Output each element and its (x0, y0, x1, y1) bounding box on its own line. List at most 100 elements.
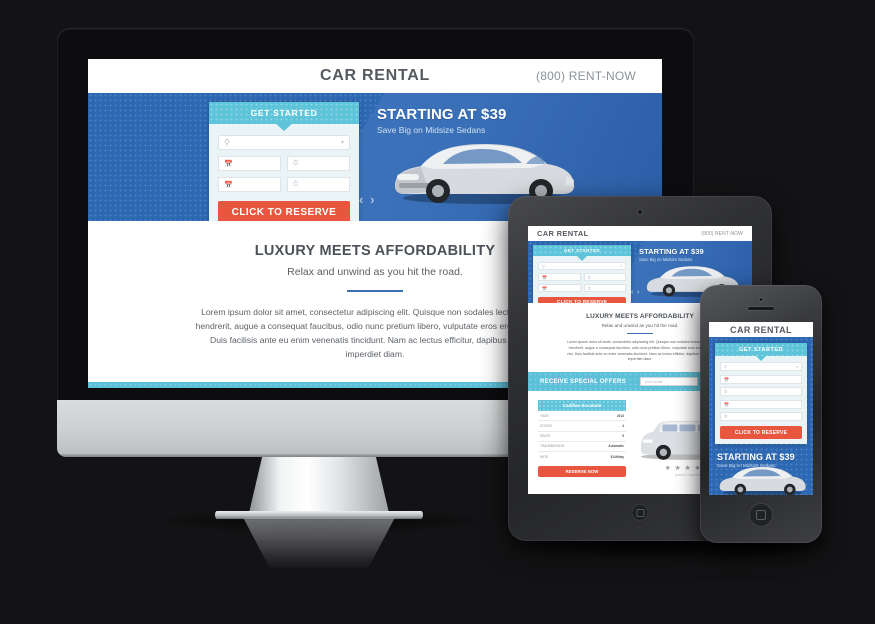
section-body: Lorem ipsum dolor sit amet, consectetur … (567, 340, 713, 362)
hero-carousel-arrows[interactable]: ‹ › (359, 192, 376, 207)
spec-value: Automatic (608, 444, 624, 449)
imac-reflection (243, 518, 395, 570)
chevron-down-icon: ▾ (340, 140, 344, 146)
booking-heading: GET STARTED (715, 343, 807, 356)
calendar-icon: 📅 (542, 274, 547, 280)
dropoff-date-field[interactable]: 📅 (218, 177, 281, 192)
table-row: SEATS 5 (538, 432, 626, 442)
chevron-down-icon: ▾ (796, 364, 798, 369)
pickup-location-select[interactable]: ⚲ ▾ (218, 135, 350, 150)
carousel-prev-icon[interactable]: ‹ (631, 289, 634, 296)
site-logo[interactable]: CAR RENTAL (320, 67, 430, 85)
site-logo[interactable]: CAR RENTAL (730, 325, 792, 335)
spec-value: 4 (622, 424, 624, 429)
responsive-device-mockup: CAR RENTAL (800) RENT-NOW GET STARTED ⚲ … (0, 0, 875, 624)
carousel-next-icon[interactable]: › (637, 289, 640, 296)
site-header: CAR RENTAL (709, 322, 813, 337)
clock-icon: ⏱ (724, 414, 728, 419)
booking-heading-text: GET STARTED (739, 346, 783, 353)
hero-copy: STARTING AT $39 Save Big on Midsize Seda… (715, 444, 807, 495)
pickup-time-field[interactable]: ⏱ (720, 387, 802, 396)
pickup-date-field[interactable]: 📅 (218, 156, 281, 171)
ipad-camera-icon (638, 210, 642, 214)
dropoff-date-field[interactable]: 📅 (720, 399, 802, 409)
pickup-time-field[interactable]: ⏱ (583, 273, 626, 281)
calendar-icon: 📅 (224, 181, 233, 189)
reserve-now-button[interactable]: RESERVE NOW (538, 466, 626, 478)
vehicle-title: Cadillac Escalade (538, 400, 626, 412)
booking-heading: GET STARTED (533, 245, 631, 256)
clock-icon: ⏱ (724, 389, 728, 394)
table-row: TRANSMISSION Automatic (538, 442, 626, 452)
pickup-date-field[interactable]: 📅 (720, 374, 802, 384)
site-phone-number[interactable]: (800) RENT-NOW (536, 69, 636, 83)
safety-rating-label: SAFETY RATING (675, 473, 701, 478)
site-logo[interactable]: CAR RENTAL (537, 229, 589, 238)
offers-email-input[interactable]: your email (639, 377, 698, 387)
location-pin-icon: ⚲ (224, 138, 230, 147)
booking-heading-arrow (275, 123, 293, 131)
hero-headline: STARTING AT $39 (377, 106, 507, 123)
location-pin-icon: ⚲ (724, 364, 727, 369)
clock-icon: ⏱ (293, 159, 299, 167)
table-row: YEAR 2013 (538, 411, 626, 422)
location-pin-icon: ⚲ (542, 263, 545, 269)
spec-value: $149/day (610, 454, 624, 459)
carousel-next-icon[interactable]: › (370, 192, 376, 207)
chevron-down-icon: ▾ (620, 264, 622, 268)
dropoff-time-field[interactable]: ⏱ (583, 284, 626, 292)
calendar-icon: 📅 (542, 285, 547, 291)
spec-value: 5 (622, 434, 624, 439)
ipad-home-button[interactable] (631, 504, 649, 521)
booking-widget: GET STARTED ⚲ ▾ 📅 ⏱ 📅 ⏱ CLICK TO RESERVE (209, 102, 359, 221)
spec-label: SEATS (540, 434, 551, 439)
clock-icon: ⏱ (293, 180, 299, 188)
site-header: CAR RENTAL (800) RENT-NOW (528, 226, 752, 241)
hero-car-image (395, 144, 575, 204)
hero-banner: GET STARTED ⚲ ▾ 📅 ⏱ 📅 ⏱ CLICK TO RESERVE… (709, 337, 813, 495)
hero-car-image (719, 466, 806, 495)
spec-value: 2013 (616, 413, 624, 418)
phone-device: CAR RENTAL GET STARTED ⚲ ▾ 📅 ⏱ 📅 ⏱ CLICK… (700, 285, 822, 543)
carousel-prev-icon[interactable]: ‹ (359, 192, 365, 207)
spec-label: YEAR (540, 413, 549, 418)
offers-email-placeholder: your email (644, 379, 663, 384)
hero-headline: STARTING AT $39 (639, 247, 704, 256)
section-divider (347, 290, 403, 292)
dropoff-time-field[interactable]: ⏱ (720, 412, 802, 421)
booking-heading-arrow (756, 356, 766, 361)
phone-screen: CAR RENTAL GET STARTED ⚲ ▾ 📅 ⏱ 📅 ⏱ CLICK… (709, 322, 813, 495)
site-header: CAR RENTAL (800) RENT-NOW (88, 59, 662, 93)
spec-table: YEAR 2013 DOORS 4 SEATS 5 TRANSMISSION A… (538, 411, 626, 461)
pickup-location-select[interactable]: ⚲ ▾ (720, 362, 802, 371)
calendar-icon: 📅 (724, 376, 729, 382)
dropoff-date-field[interactable]: 📅 (538, 284, 581, 292)
iphone-speaker-icon (748, 307, 774, 310)
reserve-button[interactable]: CLICK TO RESERVE (720, 426, 802, 439)
site-phone-number[interactable]: (800) RENT-NOW (701, 231, 743, 237)
iphone-camera-icon (759, 298, 763, 301)
hero-carousel-arrows[interactable]: ‹ › (631, 289, 640, 296)
iphone-home-button[interactable] (749, 503, 773, 527)
clock-icon: ⏱ (587, 274, 591, 280)
vehicle-spec-card: Cadillac Escalade YEAR 2013 DOORS 4 SEAT… (538, 400, 626, 478)
section-body: Lorem ipsum dolor sit amet, consectetur … (195, 307, 555, 359)
pickup-time-field[interactable]: ⏱ (287, 156, 350, 171)
booking-widget: GET STARTED ⚲ ▾ 📅 ⏱ 📅 ⏱ CLICK TO RESERVE (715, 343, 807, 444)
spec-label: RATE (540, 454, 549, 459)
booking-heading-text: GET STARTED (563, 248, 601, 253)
dropoff-time-field[interactable]: ⏱ (287, 177, 350, 192)
phone-page: CAR RENTAL GET STARTED ⚲ ▾ 📅 ⏱ 📅 ⏱ CLICK… (709, 322, 813, 495)
table-row: DOORS 4 (538, 421, 626, 432)
vehicle-title-text: Cadillac Escalade (562, 403, 602, 409)
spec-label: DOORS (540, 424, 552, 429)
imac-stand-foot (215, 511, 423, 519)
pickup-location-select[interactable]: ⚲ ▾ (538, 262, 626, 270)
reserve-button[interactable]: CLICK TO RESERVE (538, 297, 626, 303)
booking-widget: GET STARTED ⚲ ▾ 📅 ⏱ 📅 ⏱ CLICK TO RESERVE (533, 245, 631, 303)
pickup-date-field[interactable]: 📅 (538, 273, 581, 281)
clock-icon: ⏱ (587, 285, 591, 291)
table-row: RATE $149/day (538, 452, 626, 461)
booking-heading-arrow (577, 256, 587, 261)
reserve-button[interactable]: CLICK TO RESERVE (218, 201, 350, 221)
